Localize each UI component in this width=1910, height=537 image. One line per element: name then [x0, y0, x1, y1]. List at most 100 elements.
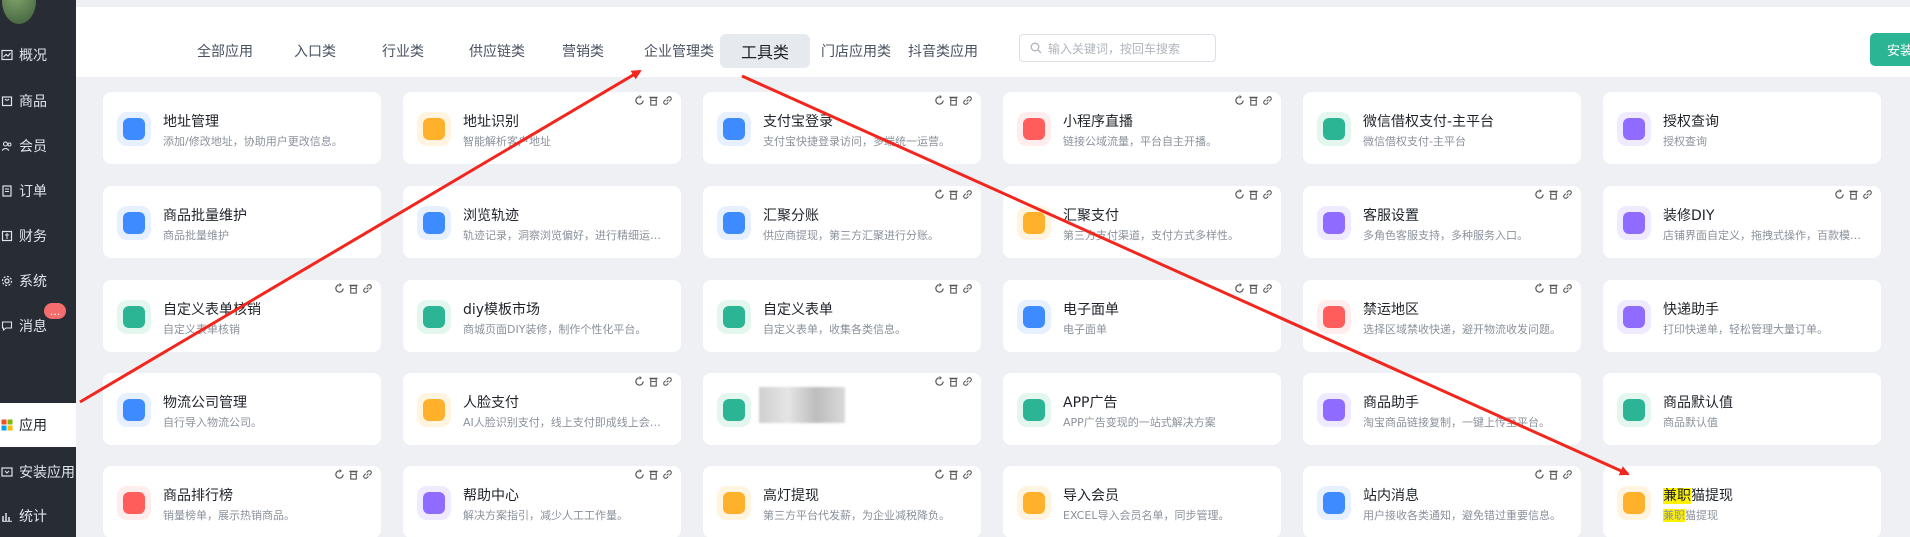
app-card[interactable]: 浏览轨迹 轨迹记录，洞察浏览偏好，进行精细运营。 [403, 186, 681, 258]
tab-6[interactable]: 工具类 [720, 34, 810, 68]
trash-icon[interactable] [648, 469, 659, 480]
sidebar-item-7[interactable]: 应用 [0, 403, 76, 447]
tab-3[interactable]: 供应链类 [456, 34, 538, 68]
app-card[interactable]: 禁运地区 选择区域禁收快递，避开物流收发问题。 [1303, 280, 1581, 352]
app-card[interactable]: 导入会员 EXCEL导入会员名单，同步管理。 [1003, 466, 1281, 537]
link-icon[interactable] [1262, 283, 1273, 294]
link-icon[interactable] [1862, 189, 1873, 200]
tab-0[interactable]: 全部应用 [186, 34, 264, 68]
refresh-icon[interactable] [934, 283, 945, 294]
app-card[interactable]: 高灯提现 第三方平台代发薪，为企业减税降负。 [703, 466, 981, 537]
link-icon[interactable] [962, 283, 973, 294]
app-card[interactable]: 地址识别 智能解析客户地址 [403, 92, 681, 164]
trash-icon[interactable] [948, 376, 959, 387]
app-card[interactable]: 小程序直播 链接公域流量，平台自主开播。 [1003, 92, 1281, 164]
link-icon[interactable] [362, 469, 373, 480]
app-card[interactable]: diy模板市场 商城页面DIY装修，制作个性化平台。 [403, 280, 681, 352]
refresh-icon[interactable] [634, 95, 645, 106]
app-card[interactable]: 支付宝登录 支付宝快捷登录访问，多端统一运营。 [703, 92, 981, 164]
app-card[interactable]: 人脸支付 AI人脸识别支付，线上支付即成线上会员。 [403, 373, 681, 445]
trash-icon[interactable] [1248, 95, 1259, 106]
trash-icon[interactable] [348, 283, 359, 294]
link-icon[interactable] [1562, 469, 1573, 480]
install-app-button[interactable]: 安装应用 [1870, 33, 1910, 66]
avatar[interactable] [2, 0, 36, 24]
refresh-icon[interactable] [334, 469, 345, 480]
refresh-icon[interactable] [1534, 283, 1545, 294]
app-card[interactable]: 兼职猫提现 兼职猫提现 [1603, 466, 1881, 537]
link-icon[interactable] [1262, 95, 1273, 106]
link-icon[interactable] [962, 376, 973, 387]
app-card[interactable]: 帮助中心 解决方案指引，减少人工工作量。 [403, 466, 681, 537]
app-card[interactable]: 自定义表单核销 自定义表单核销 [103, 280, 381, 352]
app-card[interactable] [703, 373, 981, 445]
link-icon[interactable] [1262, 189, 1273, 200]
app-card[interactable]: APP广告 APP广告变现的一站式解决方案 [1003, 373, 1281, 445]
trash-icon[interactable] [1248, 189, 1259, 200]
trash-icon[interactable] [948, 283, 959, 294]
tab-5[interactable]: 企业管理类 [630, 34, 728, 68]
refresh-icon[interactable] [1234, 95, 1245, 106]
trash-icon[interactable] [1548, 189, 1559, 200]
sidebar-item-2[interactable]: 会员 [0, 131, 76, 161]
app-card[interactable]: 电子面单 电子面单 [1003, 280, 1281, 352]
trash-icon[interactable] [1248, 283, 1259, 294]
app-card[interactable]: 地址管理 添加/修改地址，协助用户更改信息。 [103, 92, 381, 164]
sidebar-item-5[interactable]: 系统 [0, 266, 76, 296]
tab-7[interactable]: 门店应用类 [816, 34, 896, 68]
refresh-icon[interactable] [1234, 189, 1245, 200]
tab-1[interactable]: 入口类 [282, 34, 348, 68]
trash-icon[interactable] [1548, 283, 1559, 294]
sidebar-item-0[interactable]: 概况 [0, 40, 76, 70]
trash-icon[interactable] [1848, 189, 1859, 200]
app-card[interactable]: 商品默认值 商品默认值 [1603, 373, 1881, 445]
trash-icon[interactable] [948, 189, 959, 200]
link-icon[interactable] [662, 469, 673, 480]
app-card[interactable]: 自定义表单 自定义表单，收集各类信息。 [703, 280, 981, 352]
link-icon[interactable] [362, 283, 373, 294]
app-card[interactable]: 商品批量维护 商品批量维护 [103, 186, 381, 258]
refresh-icon[interactable] [634, 376, 645, 387]
refresh-icon[interactable] [1834, 189, 1845, 200]
app-card[interactable]: 客服设置 多角色客服支持，多种服务入口。 [1303, 186, 1581, 258]
link-icon[interactable] [962, 469, 973, 480]
tab-8[interactable]: 抖音类应用 [902, 34, 984, 68]
refresh-icon[interactable] [334, 283, 345, 294]
trash-icon[interactable] [948, 95, 959, 106]
app-card[interactable]: 商品助手 淘宝商品链接复制，一键上传至平台。 [1303, 373, 1581, 445]
tab-2[interactable]: 行业类 [370, 34, 436, 68]
link-icon[interactable] [962, 95, 973, 106]
refresh-icon[interactable] [934, 95, 945, 106]
refresh-icon[interactable] [1534, 469, 1545, 480]
trash-icon[interactable] [948, 469, 959, 480]
app-card[interactable]: 快递助手 打印快递单，轻松管理大量订单。 [1603, 280, 1881, 352]
link-icon[interactable] [662, 95, 673, 106]
trash-icon[interactable] [1548, 469, 1559, 480]
link-icon[interactable] [662, 376, 673, 387]
search-input[interactable]: 输入关键词，按回车搜索 [1019, 34, 1216, 62]
app-card[interactable]: 站内消息 用户接收各类通知，避免错过重要信息。 [1303, 466, 1581, 537]
link-icon[interactable] [1562, 189, 1573, 200]
app-card[interactable]: 物流公司管理 自行导入物流公司。 [103, 373, 381, 445]
app-card[interactable]: 汇聚支付 第三方支付渠道，支付方式多样性。 [1003, 186, 1281, 258]
refresh-icon[interactable] [934, 376, 945, 387]
app-card[interactable]: 微信借权支付-主平台 微信借权支付-主平台 [1303, 92, 1581, 164]
app-card[interactable]: 授权查询 授权查询 [1603, 92, 1881, 164]
link-icon[interactable] [1562, 283, 1573, 294]
app-card[interactable]: 商品排行榜 销量榜单，展示热销商品。 [103, 466, 381, 537]
sidebar-item-9[interactable]: 统计 [0, 501, 76, 531]
trash-icon[interactable] [348, 469, 359, 480]
refresh-icon[interactable] [934, 189, 945, 200]
sidebar-item-1[interactable]: 商品 [0, 86, 76, 116]
app-card[interactable]: 装修DIY 店铺界面自定义，拖拽式操作，百款模版... [1603, 186, 1881, 258]
refresh-icon[interactable] [634, 469, 645, 480]
sidebar-item-4[interactable]: 财务 [0, 221, 76, 251]
refresh-icon[interactable] [1534, 189, 1545, 200]
app-card[interactable]: 汇聚分账 供应商提现，第三方汇聚进行分账。 [703, 186, 981, 258]
sidebar-item-3[interactable]: 订单 [0, 176, 76, 206]
refresh-icon[interactable] [934, 469, 945, 480]
tab-4[interactable]: 营销类 [550, 34, 616, 68]
trash-icon[interactable] [648, 376, 659, 387]
sidebar-item-8[interactable]: 安装应用 [0, 457, 76, 487]
trash-icon[interactable] [648, 95, 659, 106]
